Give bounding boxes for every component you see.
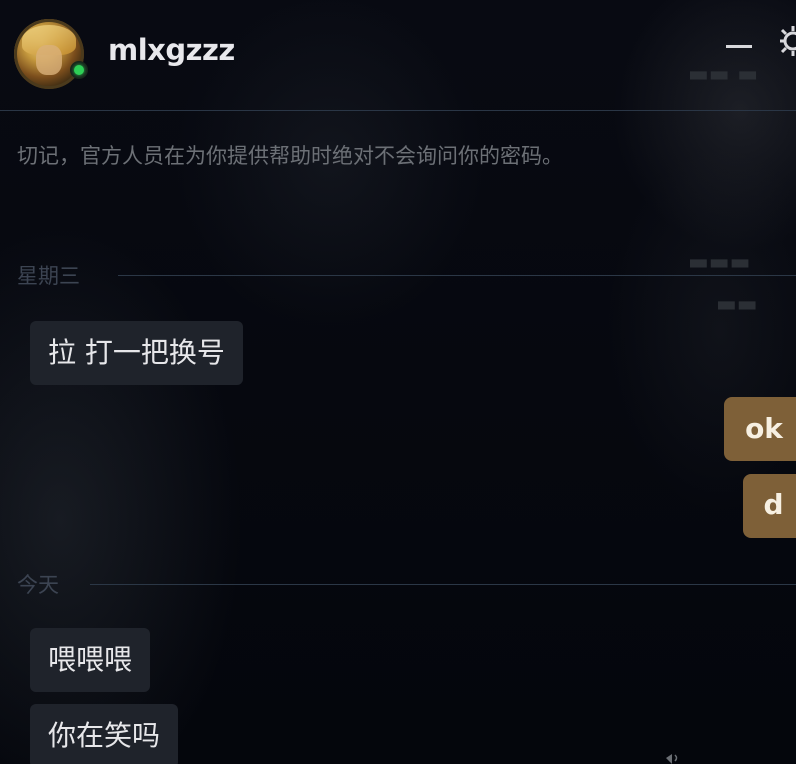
date-separator-line xyxy=(90,584,796,585)
chat-header: mlxgzzz xyxy=(0,0,796,110)
outgoing-message[interactable]: d xyxy=(743,474,796,538)
avatar[interactable] xyxy=(14,19,84,89)
chat-window: ▬▬ ▬ ▬▬▬ ▬▬ mlxgzzz 切记，官方人员在为你提供帮助时绝对不会询… xyxy=(0,0,796,764)
chat-username[interactable]: mlxgzzz xyxy=(108,33,235,67)
date-separator-label: 星期三 xyxy=(17,264,80,288)
minimize-icon[interactable] xyxy=(724,30,754,60)
incoming-message[interactable]: 喂喂喂 xyxy=(30,628,151,692)
gear-icon[interactable] xyxy=(778,24,796,58)
date-separator-label: 今天 xyxy=(17,573,59,597)
header-divider xyxy=(0,110,796,111)
avatar-face xyxy=(36,45,62,75)
incoming-message[interactable]: 拉 打一把换号 xyxy=(30,321,243,385)
online-status-icon xyxy=(70,61,88,79)
security-notice: 切记，官方人员在为你提供帮助时绝对不会询问你的密码。 xyxy=(17,144,563,168)
incoming-message[interactable]: 你在笑吗 xyxy=(30,704,179,764)
background-decoration: ▬▬ xyxy=(716,292,758,317)
outgoing-message[interactable]: ok xyxy=(724,397,796,461)
background-decoration: ▬▬▬ xyxy=(688,250,751,275)
speaker-icon xyxy=(666,754,678,764)
date-separator-line xyxy=(118,275,796,276)
